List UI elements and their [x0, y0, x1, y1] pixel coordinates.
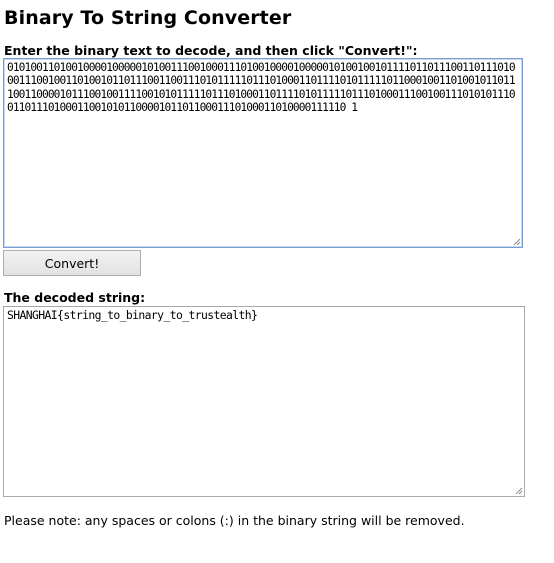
decoded-string-textarea[interactable]: SHANGHAI{string_to_binary_to_trustealth} [3, 306, 525, 497]
decoded-string-text: SHANGHAI{string_to_binary_to_trustealth} [7, 308, 258, 322]
resize-grip-icon[interactable] [514, 486, 523, 495]
binary-input-label: Enter the binary text to decode, and the… [4, 43, 418, 58]
converter-page: Binary To String Converter Enter the bin… [0, 0, 554, 563]
binary-input-text: 0101001101001000010000010100111001000111… [7, 61, 516, 115]
page-title: Binary To String Converter [4, 7, 292, 29]
resize-grip-icon[interactable] [512, 237, 521, 246]
decoded-string-label: The decoded string: [4, 290, 146, 305]
usage-note: Please note: any spaces or colons (:) in… [4, 513, 465, 528]
convert-button[interactable]: Convert! [3, 250, 141, 276]
binary-input-textarea[interactable]: 0101001101001000010000010100111001000111… [3, 58, 523, 248]
